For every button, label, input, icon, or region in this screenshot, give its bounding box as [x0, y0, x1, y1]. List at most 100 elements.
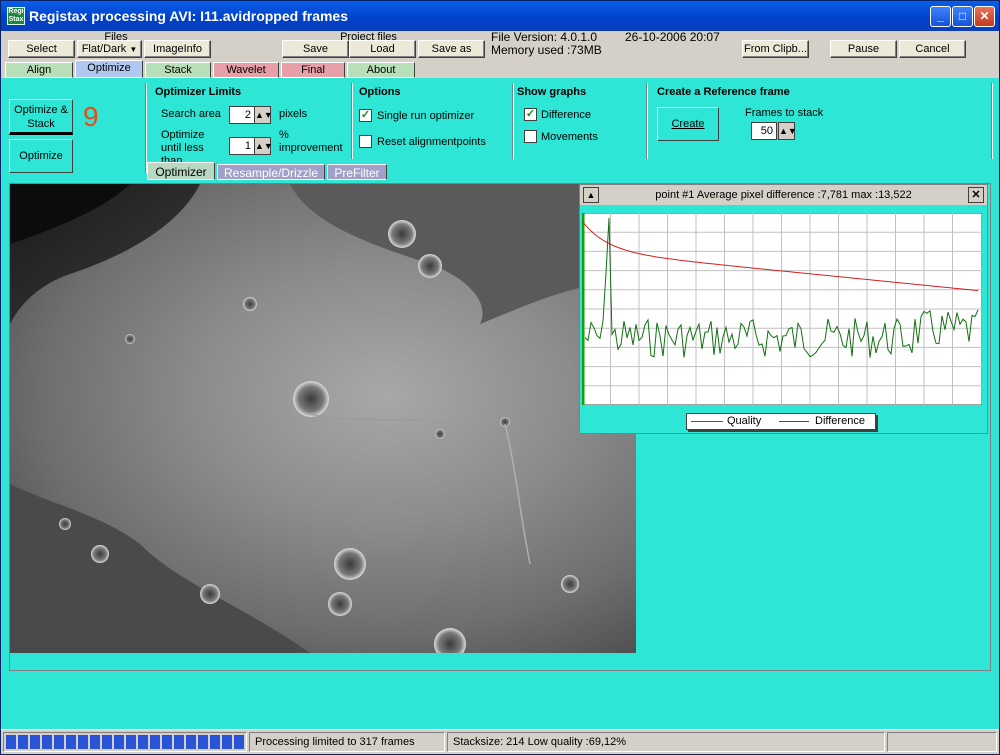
difference-graph: [582, 213, 982, 405]
save-button[interactable]: Save: [282, 40, 349, 58]
status-extra: [887, 732, 997, 752]
divider: [351, 83, 353, 159]
single-run-checkbox[interactable]: ✓: [359, 109, 372, 122]
processing-status: Processing limited to 317 frames: [249, 732, 445, 752]
progress-block: [42, 735, 52, 749]
reference-frame-title: Create a Reference frame: [657, 86, 790, 98]
graph-window[interactable]: ▲ point #1 Average pixel difference :7,7…: [579, 184, 988, 434]
title-bar[interactable]: Regi Stax Registax processing AVI: I11.a…: [1, 1, 999, 31]
subtab-optimizer[interactable]: Optimizer: [147, 162, 215, 180]
reset-points-checkbox[interactable]: [359, 135, 372, 148]
frames-to-stack-input[interactable]: 50: [751, 122, 777, 140]
reset-points-label: Reset alignmentpoints: [377, 136, 486, 148]
progress-block: [18, 735, 28, 749]
optimize-until-input[interactable]: 1: [229, 137, 255, 155]
collapse-up-icon[interactable]: ▲: [583, 187, 599, 203]
main-tabs: Align Optimize Stack Wavelet Final About: [1, 60, 999, 78]
progress-block: [90, 735, 100, 749]
divider: [646, 83, 648, 159]
memory-used: Memory used :73MB: [491, 43, 602, 57]
status-bar: Processing limited to 317 frames Stacksi…: [1, 729, 999, 754]
file-version: File Version: 4.0.1.0: [491, 30, 598, 44]
cancel-button[interactable]: Cancel: [899, 40, 966, 58]
updown-icon: ▲▼: [255, 141, 273, 151]
movements-checkbox[interactable]: [524, 130, 537, 143]
load-button[interactable]: Load: [349, 40, 416, 58]
tab-align[interactable]: Align: [5, 62, 73, 78]
maximize-button[interactable]: □: [952, 6, 973, 27]
difference-checkbox[interactable]: ✓: [524, 108, 537, 121]
subtab-resample-drizzle[interactable]: Resample/Drizzle: [217, 164, 325, 180]
divider: [512, 83, 514, 159]
flatdark-dropdown[interactable]: Flat/Dark ▼: [77, 40, 142, 58]
save-as-button[interactable]: Save as: [418, 40, 485, 58]
from-clipboard-button[interactable]: From Clipb...: [742, 40, 809, 58]
difference-label: Difference: [541, 109, 591, 121]
moon-image[interactable]: [10, 184, 636, 653]
optimizer-limits-title: Optimizer Limits: [155, 86, 242, 98]
legend-label-difference: Difference: [815, 415, 865, 427]
progress-block: [162, 735, 172, 749]
progress-block: [102, 735, 112, 749]
single-run-label: Single run optimizer: [377, 110, 475, 122]
pause-button[interactable]: Pause: [830, 40, 897, 58]
minimize-button[interactable]: _: [930, 6, 951, 27]
chevron-down-icon: ▼: [129, 45, 138, 54]
legend-label-quality: Quality: [727, 415, 762, 427]
progress-block: [150, 735, 160, 749]
search-area-input[interactable]: 2: [229, 106, 255, 124]
imageinfo-button[interactable]: ImageInfo: [144, 40, 211, 58]
flatdark-label: Flat/Dark: [81, 43, 127, 55]
graph-header: ▲ point #1 Average pixel difference :7,7…: [580, 185, 987, 205]
stack-status: Stacksize: 214 Low quality :69,12%: [447, 732, 885, 752]
tab-wavelet[interactable]: Wavelet: [213, 62, 279, 78]
date-time: 26-10-2006 20:07: [625, 30, 720, 44]
progress-bar: [3, 732, 247, 752]
frames-to-stack-label: Frames to stack: [745, 107, 824, 119]
progress-block: [210, 735, 220, 749]
tab-about[interactable]: About: [347, 62, 415, 78]
close-graph-icon[interactable]: ✕: [968, 187, 984, 203]
close-button[interactable]: ✕: [974, 6, 995, 27]
divider: [145, 83, 147, 173]
tab-final[interactable]: Final: [281, 62, 345, 78]
options-title: Options: [359, 86, 401, 98]
frame-counter: 9: [83, 101, 99, 132]
pixels-label: pixels: [279, 108, 308, 120]
progress-block: [198, 735, 208, 749]
divider: [991, 83, 993, 159]
progress-block: [222, 735, 232, 749]
tab-optimize[interactable]: Optimize: [75, 60, 143, 78]
progress-block: [54, 735, 64, 749]
progress-block: [6, 735, 16, 749]
legend-swatch-quality: [691, 421, 723, 422]
updown-icon: ▲▼: [255, 110, 273, 120]
select-button[interactable]: Select: [8, 40, 75, 58]
search-area-label: Search area: [161, 108, 221, 120]
graph-title: point #1 Average pixel difference :7,781…: [655, 189, 912, 201]
create-button[interactable]: Create: [657, 107, 719, 141]
progress-block: [186, 735, 196, 749]
frames-to-stack-spinner[interactable]: ▲▼: [778, 122, 797, 140]
window-title: Registax processing AVI: I11.avidropped …: [29, 8, 348, 24]
updown-icon: ▲▼: [779, 126, 797, 136]
tab-stack[interactable]: Stack: [145, 62, 211, 78]
app-icon[interactable]: Regi Stax: [7, 7, 25, 25]
progress-fill: [6, 735, 244, 749]
optimize-until-spinner[interactable]: ▲▼: [254, 137, 273, 155]
optimize-stack-button[interactable]: Optimize & Stack: [9, 99, 73, 135]
progress-block: [234, 735, 244, 749]
subtab-prefilter[interactable]: PreFilter: [327, 164, 387, 180]
search-area-spinner[interactable]: ▲▼: [254, 106, 273, 124]
moon-surface-graphic: [10, 184, 636, 653]
progress-block: [126, 735, 136, 749]
progress-block: [66, 735, 76, 749]
toolbar: Files Select Flat/Dark ▼ ImageInfo Proje…: [1, 30, 999, 61]
improvement-label: % improvement: [279, 129, 343, 154]
progress-block: [30, 735, 40, 749]
graph-legend: Quality Difference: [686, 413, 876, 430]
progress-block: [78, 735, 88, 749]
legend-swatch-difference: [779, 421, 809, 422]
main-window: Regi Stax Registax processing AVI: I11.a…: [0, 0, 1000, 755]
optimize-button[interactable]: Optimize: [9, 139, 73, 173]
